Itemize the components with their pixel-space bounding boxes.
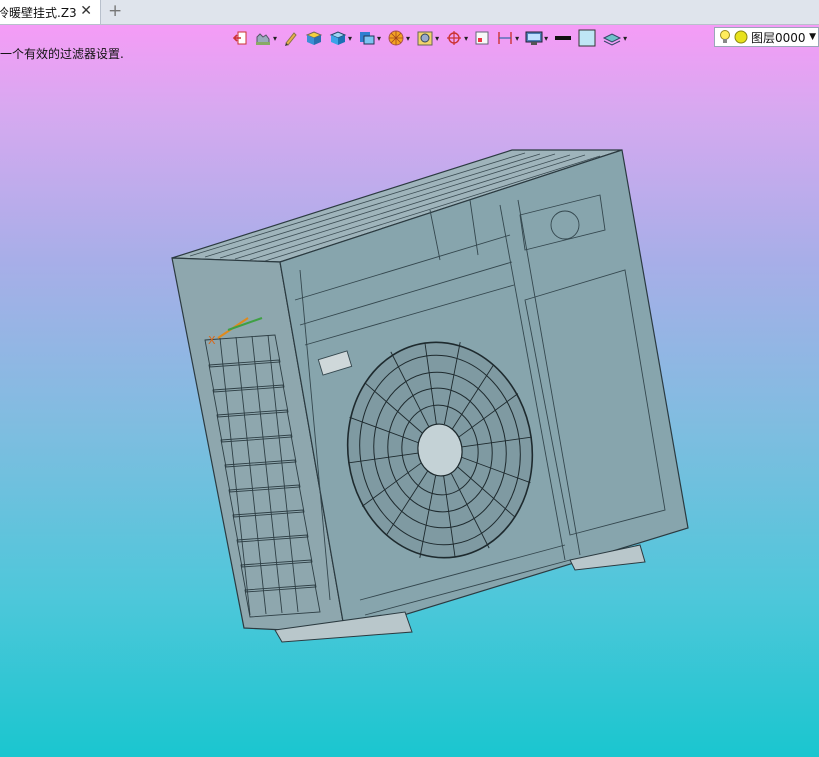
svg-text:X: X [208,334,216,347]
document-tab[interactable]: 冷暖壁挂式.Z3 ✕ [0,0,101,24]
tab-bar: 冷暖壁挂式.Z3 ✕ + [0,0,819,25]
3d-viewport[interactable]: 一个有效的过滤器设置. ▾ ▾ ▾ ▾ ▾ ▾ ▾ ▾ ▾ 图层0000 ▼ X [0,25,819,757]
add-tab-icon[interactable]: + [108,1,122,21]
close-icon[interactable]: ✕ [80,3,92,19]
document-tab-title: 冷暖壁挂式.Z3 [0,5,77,20]
ac-unit-model[interactable]: X [0,25,819,757]
